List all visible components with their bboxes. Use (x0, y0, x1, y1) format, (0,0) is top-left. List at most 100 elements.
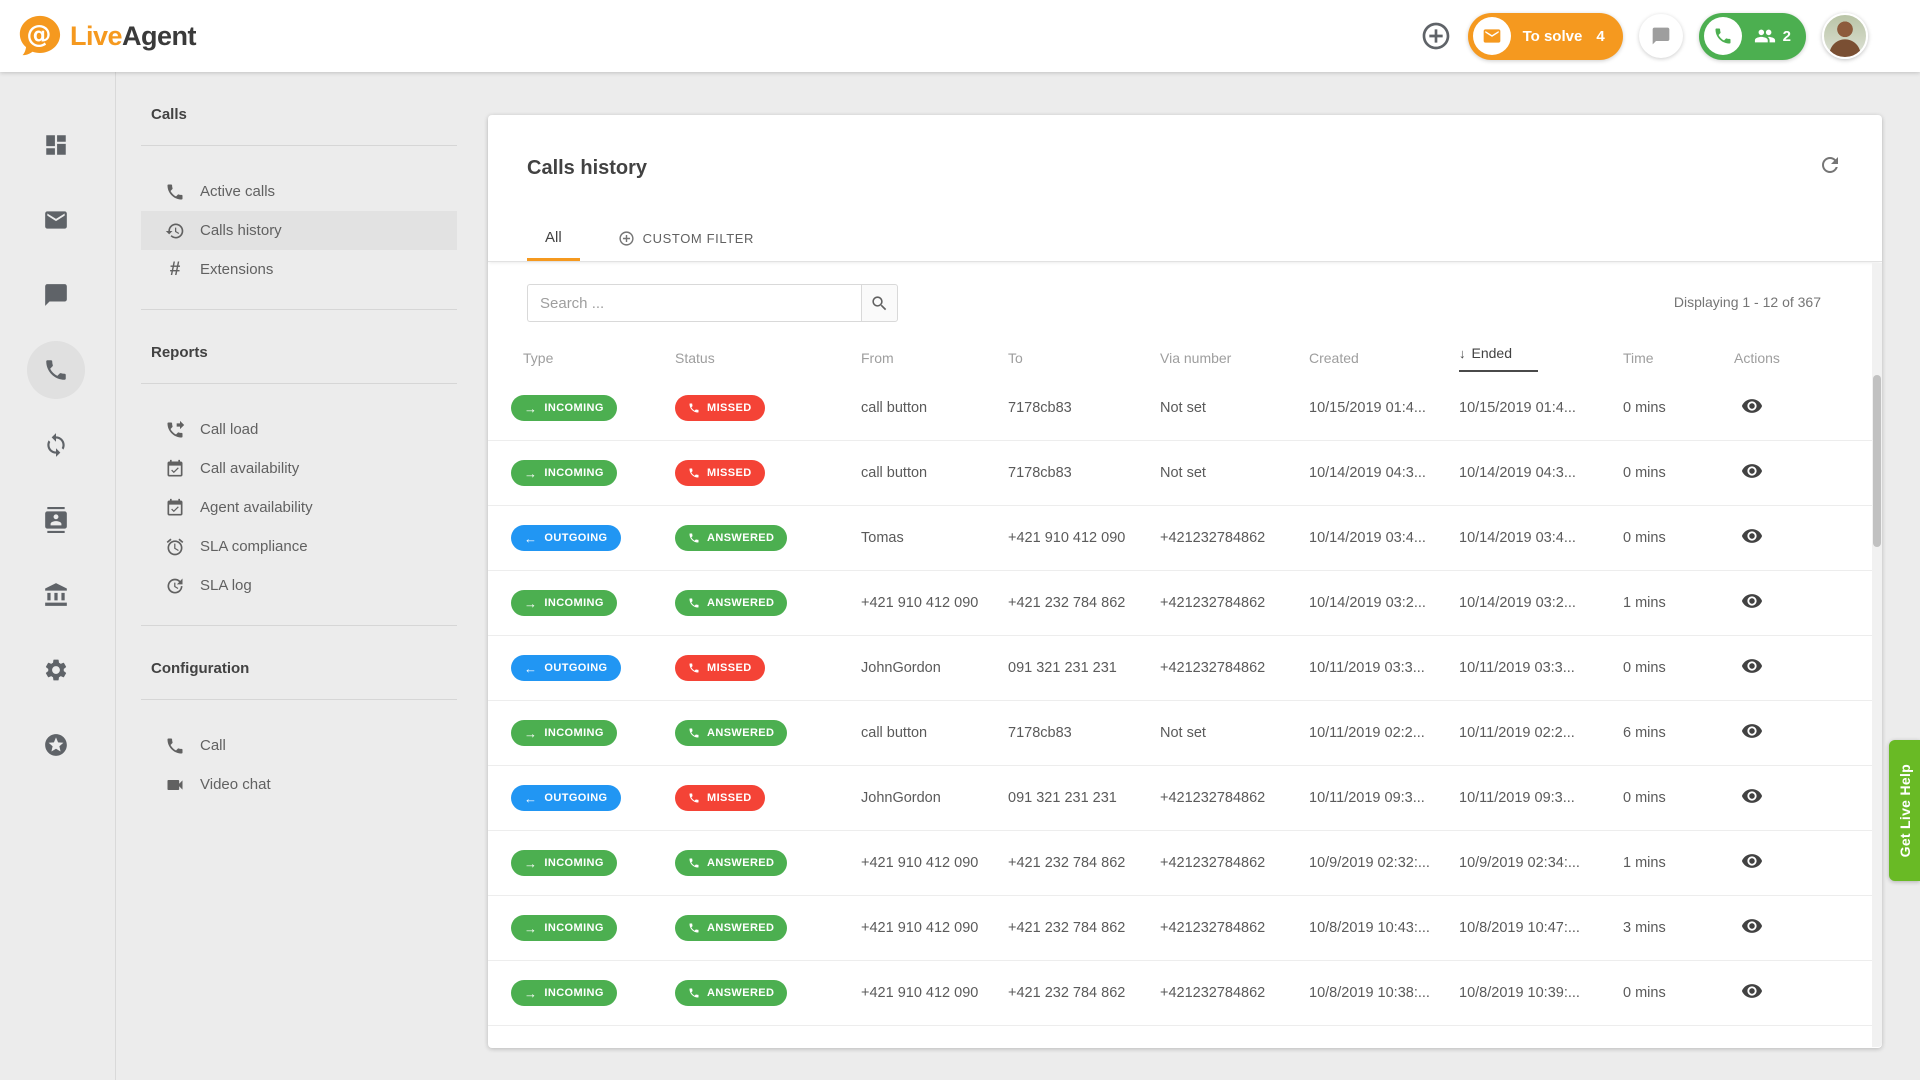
get-live-help-button[interactable]: Get Live Help (1889, 740, 1920, 881)
arrow-left-icon: ← (524, 532, 537, 545)
to-cell: 091 321 231 231 (1008, 790, 1160, 806)
to-solve-button[interactable]: To solve 4 (1468, 13, 1623, 60)
rail-item-star-circle[interactable] (27, 716, 85, 774)
column-header-to[interactable]: To (1008, 350, 1160, 366)
rail-item-bank[interactable] (27, 566, 85, 624)
view-call-button[interactable] (1741, 655, 1763, 677)
view-call-button[interactable] (1741, 785, 1763, 807)
gear-icon (43, 657, 69, 683)
from-cell: call button (861, 465, 1008, 481)
sidebar-item-label: Agent availability (200, 499, 313, 516)
status-cell: MISSED (675, 785, 861, 811)
arrow-right-icon: → (524, 922, 537, 935)
from-cell: Tomas (861, 530, 1008, 546)
sidebar-item-calls-history[interactable]: Calls history (141, 211, 457, 250)
column-header-type[interactable]: Type (511, 350, 675, 366)
arrow-right-icon: → (524, 402, 537, 415)
rail-item-sync[interactable] (27, 416, 85, 474)
type-cell: →INCOMING (511, 850, 675, 876)
user-avatar[interactable] (1822, 13, 1868, 59)
ended-cell: 10/14/2019 04:3... (1459, 465, 1623, 481)
refresh-button[interactable] (1818, 153, 1842, 182)
sidebar-item-label: Extensions (200, 261, 273, 278)
column-header-status[interactable]: Status (675, 350, 861, 366)
eye-icon (1741, 525, 1763, 547)
sidebar-item-sla-compliance[interactable]: SLA compliance (141, 527, 457, 566)
rail-item-gear[interactable] (27, 641, 85, 699)
view-call-button[interactable] (1741, 460, 1763, 482)
phone-icon (165, 736, 185, 756)
status-cell: MISSED (675, 655, 861, 681)
eye-icon (1741, 395, 1763, 417)
agents-online-count: 2 (1783, 28, 1791, 45)
view-call-button[interactable] (1741, 395, 1763, 417)
view-call-button[interactable] (1741, 850, 1763, 872)
column-header-via-number[interactable]: Via number (1160, 350, 1309, 366)
column-header-actions[interactable]: Actions (1711, 350, 1882, 366)
call-row: ←OUTGOINGMISSEDJohnGordon091 321 231 231… (488, 766, 1882, 831)
sidebar-item-extensions[interactable]: #Extensions (141, 250, 457, 289)
view-call-button[interactable] (1741, 915, 1763, 937)
type-badge: →INCOMING (511, 590, 617, 616)
time-cell: 0 mins (1623, 400, 1711, 416)
arrow-right-icon: → (524, 987, 537, 1000)
arrow-right-icon: → (524, 467, 537, 480)
time-cell: 6 mins (1623, 725, 1711, 741)
to-cell: +421 232 784 862 (1008, 920, 1160, 936)
rail-item-mail[interactable] (27, 191, 85, 249)
status-cell: ANSWERED (675, 980, 861, 1006)
sidebar-item-sla-log[interactable]: SLA log (141, 566, 457, 605)
search-button[interactable] (861, 284, 898, 322)
quick-add-button[interactable] (1420, 20, 1452, 52)
type-badge: ←OUTGOING (511, 525, 621, 551)
sidebar-item-label: Active calls (200, 183, 275, 200)
search-input[interactable] (527, 284, 861, 322)
created-cell: 10/8/2019 10:38:... (1309, 985, 1459, 1001)
created-cell: 10/14/2019 03:2... (1309, 595, 1459, 611)
column-header-ended[interactable]: ↓Ended (1459, 345, 1623, 372)
sidebar-item-video-chat[interactable]: Video chat (141, 765, 457, 804)
view-call-button[interactable] (1741, 525, 1763, 547)
view-call-button[interactable] (1741, 590, 1763, 612)
column-header-created[interactable]: Created (1309, 350, 1459, 366)
phone-icon (688, 727, 700, 739)
status-cell: ANSWERED (675, 915, 861, 941)
rail-item-contacts[interactable] (27, 491, 85, 549)
sidebar-item-label: Call (200, 737, 226, 754)
call-row: →INCOMINGANSWERED+421 910 412 090+421 23… (488, 961, 1882, 1026)
tab-custom-filter[interactable]: CUSTOM FILTER (618, 230, 754, 261)
search-icon (870, 294, 889, 313)
tab-all[interactable]: All (527, 229, 580, 261)
ended-cell: 10/9/2019 02:34:... (1459, 855, 1623, 871)
rail-item-dashboard[interactable] (27, 116, 85, 174)
tab-custom-filter-label: CUSTOM FILTER (643, 231, 754, 246)
column-header-time[interactable]: Time (1623, 350, 1711, 366)
call-row: →INCOMINGANSWERED+421 910 412 090+421 23… (488, 896, 1882, 961)
view-call-button[interactable] (1741, 720, 1763, 742)
view-call-button[interactable] (1741, 980, 1763, 1002)
sidebar-item-call-availability[interactable]: Call availability (141, 449, 457, 488)
sidebar-item-call[interactable]: Call (141, 726, 457, 765)
type-badge: →INCOMING (511, 915, 617, 941)
arrow-right-icon: → (524, 857, 537, 870)
actions-cell (1711, 395, 1882, 421)
phone-arrow-icon (165, 420, 185, 440)
chats-button[interactable] (1639, 14, 1683, 58)
sidebar-item-call-load[interactable]: Call load (141, 410, 457, 449)
rail-item-chat[interactable] (27, 266, 85, 324)
sidebar-item-label: Call availability (200, 460, 299, 477)
sidebar-item-active-calls[interactable]: Active calls (141, 172, 457, 211)
type-cell: →INCOMING (511, 590, 675, 616)
type-badge: →INCOMING (511, 395, 617, 421)
scrollbar-thumb[interactable] (1873, 375, 1881, 547)
sidebar-item-label: Call load (200, 421, 258, 438)
sort-desc-icon: ↓ (1459, 346, 1466, 361)
sidebar-item-agent-availability[interactable]: Agent availability (141, 488, 457, 527)
column-header-from[interactable]: From (861, 350, 1008, 366)
liveagent-logo[interactable]: @ LiveAgent (16, 13, 196, 59)
sidebar-section-title: Reports (141, 310, 457, 383)
get-live-help-label: Get Live Help (1897, 764, 1913, 857)
calls-online-button[interactable]: 2 (1699, 13, 1806, 60)
rail-item-phone[interactable] (27, 341, 85, 399)
actions-cell (1711, 980, 1882, 1006)
